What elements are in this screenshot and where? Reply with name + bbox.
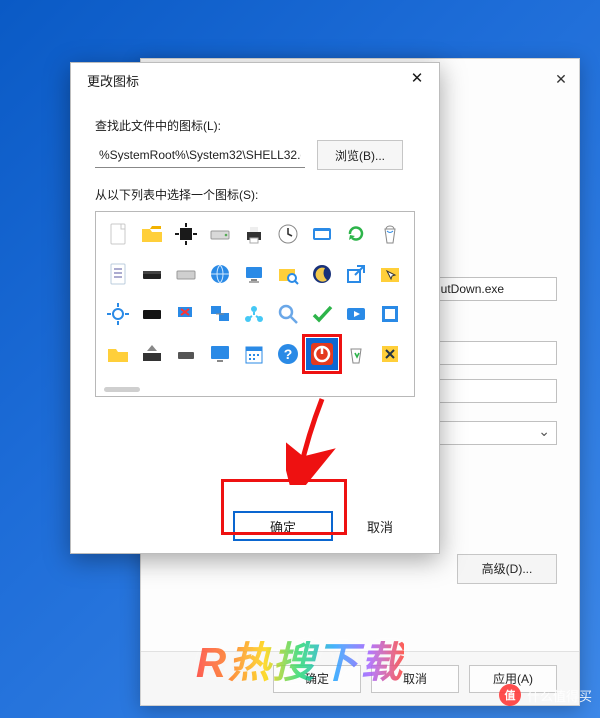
folder-open-icon[interactable] (136, 218, 168, 250)
parent-target-field[interactable]: hutDown.exe (427, 277, 557, 301)
dialog-titlebar: 更改图标 ✕ (71, 63, 439, 97)
cancel-button[interactable]: 取消 (345, 511, 415, 541)
dialog-title: 更改图标 (87, 71, 139, 90)
delete-pc-icon[interactable] (170, 298, 202, 330)
icon-list-scrollbar[interactable] (104, 387, 140, 392)
run-icon[interactable] (340, 298, 372, 330)
parent-ok-button[interactable]: 确定 (273, 665, 361, 693)
monitor-icon[interactable] (204, 338, 236, 370)
icon-list-label: 从以下列表中选择一个图标(S): (95, 186, 415, 203)
drive-small-icon[interactable] (170, 338, 202, 370)
clock-icon[interactable] (272, 218, 304, 250)
folder-icon[interactable] (102, 338, 134, 370)
smzdm-text: 什么值得买 (527, 686, 592, 705)
dialog-close-button[interactable]: ✕ (403, 68, 431, 92)
parent-close-button[interactable]: ✕ (551, 69, 571, 89)
smzdm-watermark: 值 什么值得买 (499, 684, 592, 706)
parent-select-field[interactable] (427, 421, 557, 445)
power-icon[interactable] (306, 338, 338, 370)
parent-cancel-button[interactable]: 取消 (371, 665, 459, 693)
parent-field-3[interactable] (427, 379, 557, 403)
network-pc-icon[interactable] (204, 298, 236, 330)
settings-icon[interactable] (102, 298, 134, 330)
printer-icon[interactable] (238, 218, 270, 250)
change-icon-dialog: 更改图标 ✕ 查找此文件中的图标(L): 浏览(B)... 从以下列表中选择一个… (70, 62, 440, 554)
blank-page-icon[interactable] (102, 218, 134, 250)
ok-button[interactable]: 确定 (233, 511, 333, 541)
icon-path-input[interactable] (95, 142, 305, 168)
magnifier-icon[interactable] (272, 298, 304, 330)
tools-icon[interactable] (374, 338, 406, 370)
recycle-full-icon[interactable] (374, 218, 406, 250)
globe-icon[interactable] (204, 258, 236, 290)
refresh-icon[interactable] (340, 218, 372, 250)
smzdm-badge-icon: 值 (499, 684, 521, 706)
parent-advanced-button[interactable]: 高级(D)... (457, 554, 557, 584)
calendar-icon[interactable] (238, 338, 270, 370)
window-icon[interactable] (306, 218, 338, 250)
drive-gray-icon[interactable] (170, 258, 202, 290)
computer-icon[interactable] (238, 258, 270, 290)
drive-a-icon[interactable] (136, 258, 168, 290)
moon-icon[interactable] (306, 258, 338, 290)
browse-button[interactable]: 浏览(B)... (317, 140, 403, 170)
path-label: 查找此文件中的图标(L): (95, 117, 415, 134)
document-lines-icon[interactable] (102, 258, 134, 290)
eject-drive-icon[interactable] (136, 338, 168, 370)
network-icon[interactable] (238, 298, 270, 330)
help-icon[interactable]: ? (272, 338, 304, 370)
external-link-icon[interactable] (340, 258, 372, 290)
search-folder-icon[interactable] (272, 258, 304, 290)
parent-field-2[interactable] (427, 341, 557, 365)
icon-list[interactable]: ? (95, 211, 415, 397)
program-icon[interactable] (374, 298, 406, 330)
drive-icon[interactable] (204, 218, 236, 250)
check-icon[interactable] (306, 298, 338, 330)
chip-icon[interactable] (170, 218, 202, 250)
drive-black-icon[interactable] (136, 298, 168, 330)
dialog-footer: 确定 取消 (71, 499, 439, 553)
cursor-folder-icon[interactable] (374, 258, 406, 290)
svg-text:?: ? (284, 346, 293, 362)
recycle-icon[interactable] (340, 338, 372, 370)
